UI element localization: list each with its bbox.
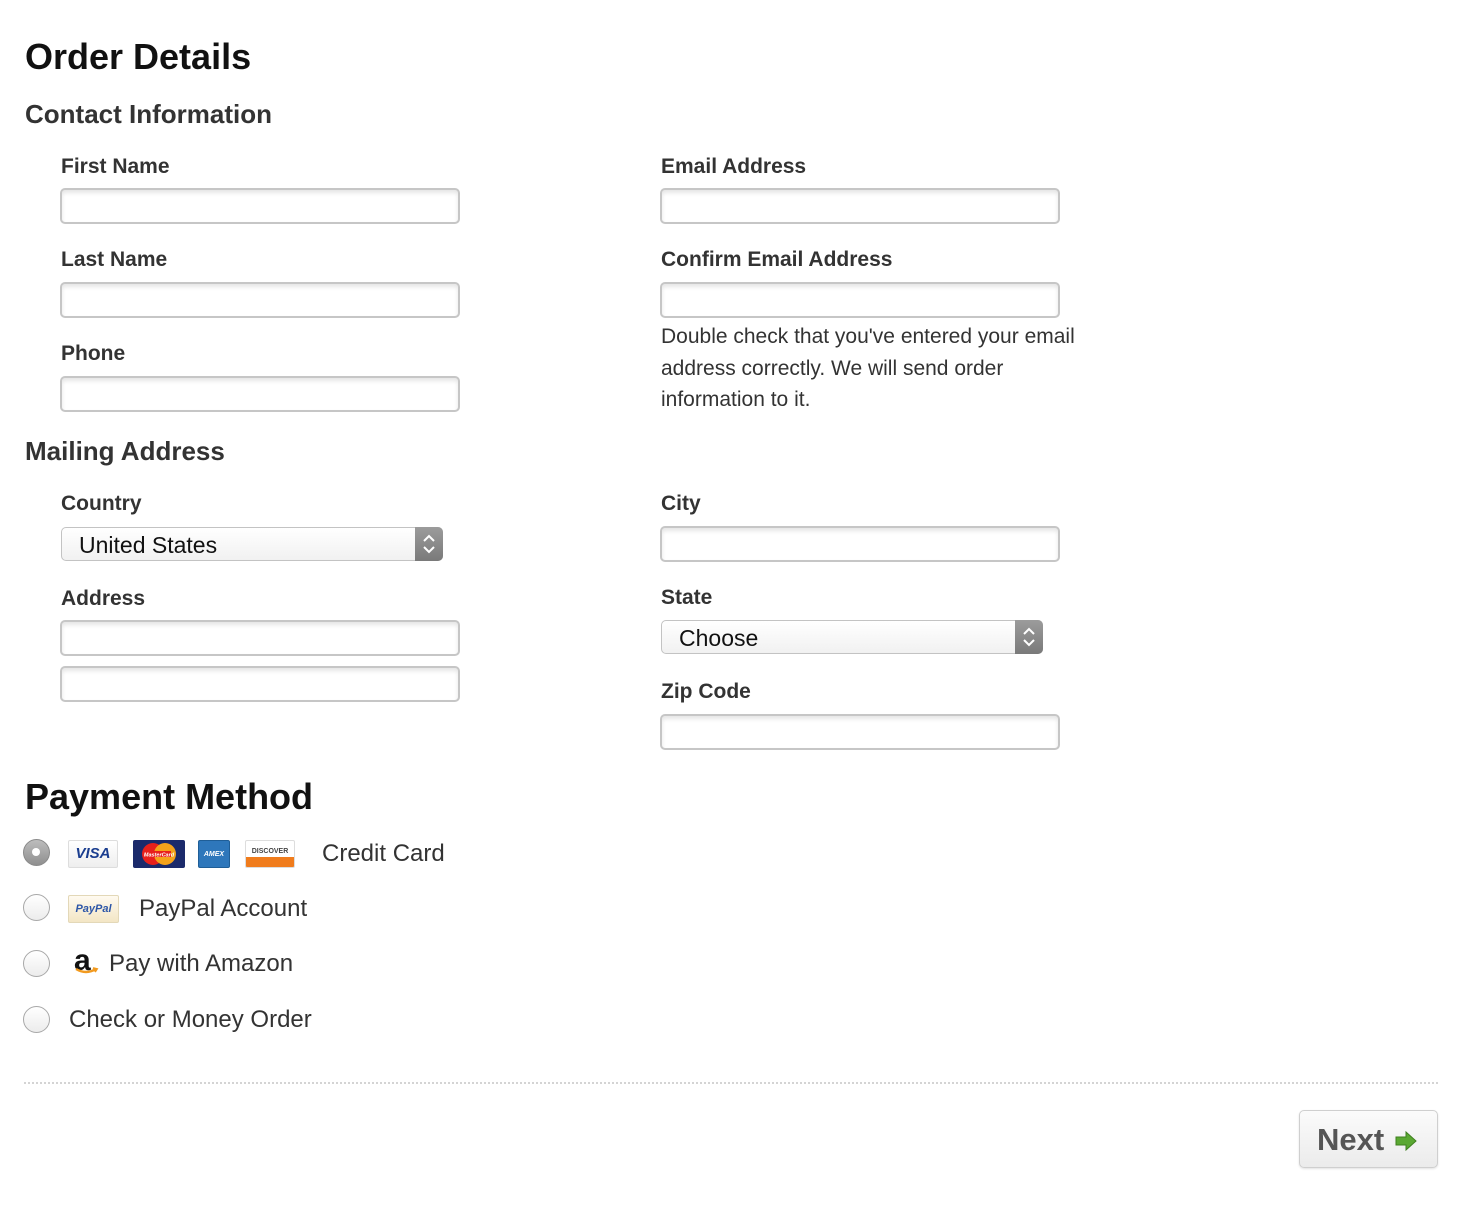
select-arrows-icon (1015, 620, 1043, 654)
state-select-value: Choose (679, 625, 759, 651)
first-name-label: First Name (61, 155, 170, 178)
page-title: Order Details (25, 36, 252, 77)
confirm-email-label: Confirm Email Address (661, 248, 893, 271)
next-button-label: Next (1317, 1122, 1385, 1157)
check-money-order-radio[interactable] (23, 1006, 50, 1033)
paypal-radio[interactable] (23, 894, 50, 921)
city-input[interactable] (660, 526, 1060, 562)
next-button[interactable]: Next (1299, 1110, 1438, 1168)
mailing-section-heading: Mailing Address (25, 436, 225, 466)
amazon-icon: a (74, 944, 100, 978)
confirm-email-input[interactable] (660, 282, 1060, 318)
mastercard-card-icon: MasterCard (133, 840, 185, 868)
city-label: City (661, 492, 701, 515)
visa-card-icon: VISA (68, 840, 118, 868)
select-arrows-icon (415, 527, 443, 561)
email-input[interactable] (660, 188, 1060, 224)
phone-label: Phone (61, 342, 126, 365)
zip-input[interactable] (660, 714, 1060, 750)
last-name-input[interactable] (60, 282, 460, 318)
state-select[interactable]: Choose (661, 620, 1043, 654)
country-select[interactable]: United States (61, 527, 443, 561)
amex-card-icon: AMEX (198, 840, 230, 868)
payment-section-heading: Payment Method (25, 776, 314, 817)
credit-card-radio[interactable] (23, 839, 50, 866)
paypal-icon: PayPal (68, 895, 119, 923)
amazon-radio[interactable] (23, 950, 50, 977)
paypal-label: PayPal Account (139, 895, 308, 922)
footer-divider (24, 1082, 1438, 1084)
country-select-value: United States (79, 532, 218, 558)
mastercard-logo-text: MasterCard (144, 853, 175, 859)
email-label: Email Address (661, 155, 807, 178)
address-line2-input[interactable] (60, 666, 460, 702)
discover-card-icon: DISCOVER (245, 840, 295, 868)
check-money-order-label: Check or Money Order (69, 1006, 312, 1033)
country-label: Country (61, 492, 142, 515)
zip-label: Zip Code (661, 680, 751, 703)
arrow-right-icon (1395, 1131, 1417, 1151)
confirm-email-help-text: Double check that you've entered your em… (661, 325, 1075, 411)
credit-card-label: Credit Card (322, 840, 445, 867)
address-label: Address (61, 587, 146, 610)
address-line1-input[interactable] (60, 620, 460, 656)
phone-input[interactable] (60, 376, 460, 412)
state-label: State (661, 586, 713, 609)
first-name-input[interactable] (60, 188, 460, 224)
contact-section-heading: Contact Information (25, 99, 272, 129)
last-name-label: Last Name (61, 248, 168, 271)
amazon-label: Pay with Amazon (109, 950, 294, 977)
